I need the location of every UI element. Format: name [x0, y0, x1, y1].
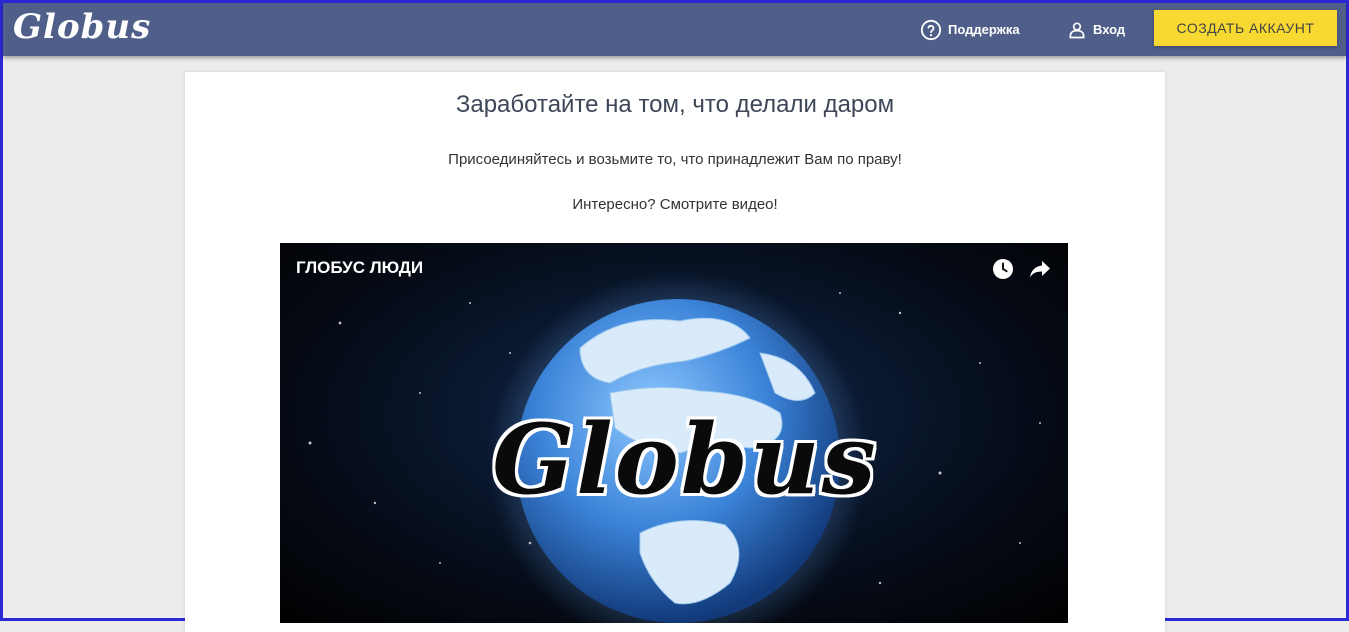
video-player[interactable]: Globus ГЛОБУС ЛЮДИ [280, 243, 1068, 623]
site-logo[interactable]: Globus [13, 7, 151, 47]
login-label: Вход [1093, 22, 1126, 37]
main-content-card: Заработайте на том, что делали даром При… [185, 72, 1165, 632]
support-label: Поддержка [948, 22, 1020, 37]
user-icon [1069, 22, 1085, 38]
page-headline: Заработайте на том, что делали даром [455, 91, 895, 118]
top-navigation-bar: Globus Поддержка Вход СОЗДАТЬ АККАУНТ [3, 3, 1346, 56]
video-logo: Globus [492, 403, 878, 516]
clock-icon[interactable] [991, 257, 1015, 281]
page-subtitle: Присоединяйтесь и возьмите то, что прина… [448, 151, 902, 168]
help-circle-icon [920, 19, 942, 40]
support-link[interactable]: Поддержка [920, 3, 1020, 56]
login-link[interactable]: Вход [1067, 3, 1125, 56]
share-icon[interactable] [1028, 257, 1052, 281]
video-prompt: Интересно? Смотрите видео! [572, 196, 778, 213]
create-account-button[interactable]: СОЗДАТЬ АККАУНТ [1154, 10, 1337, 46]
video-title[interactable]: ГЛОБУС ЛЮДИ [296, 258, 423, 278]
